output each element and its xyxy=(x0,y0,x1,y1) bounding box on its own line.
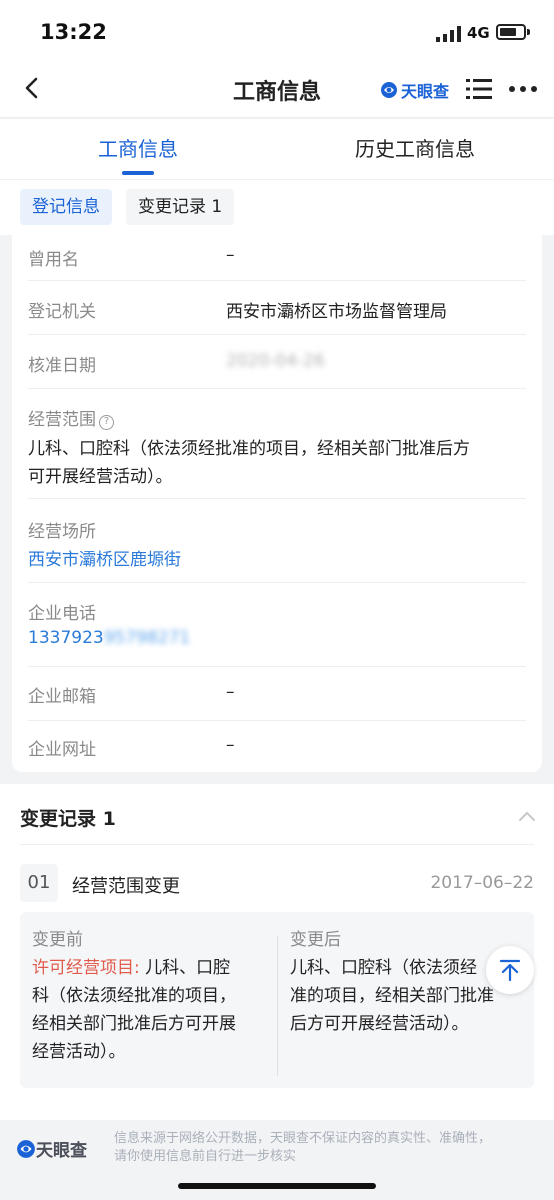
info-row-address: 经营场所 西安市灞桥区鹿塬街 xyxy=(28,499,526,583)
former-name-label: 曾用名 xyxy=(28,250,79,270)
scroll-to-top-button[interactable] xyxy=(486,946,534,994)
before-line-1-text: 儿科、口腔 xyxy=(139,958,231,978)
section-divider xyxy=(20,844,534,845)
tab-business-info[interactable]: 工商信息 xyxy=(98,133,178,162)
email-value: – xyxy=(226,682,235,702)
footer-brand: 天眼查 xyxy=(36,1141,87,1161)
brand-logo[interactable]: 天眼查 xyxy=(380,78,449,102)
approval-date-label: 核准日期 xyxy=(28,356,96,376)
business-scope-value-line2: 可开展经营活动）。 xyxy=(28,467,173,487)
question-circle-icon[interactable]: ? xyxy=(99,415,114,430)
phone-hidden: 95798271 xyxy=(103,628,191,648)
website-value: – xyxy=(226,735,235,755)
footer-disclaimer: 信息来源于网络公开数据，天眼查不保证内容的真实性、准确性， 请你使用信息前自行进… xyxy=(114,1130,544,1166)
main-tabs: 工商信息 历史工商信息 xyxy=(0,119,554,179)
disclaimer-line-2: 请你使用信息前自行进一步核实 xyxy=(114,1149,297,1164)
website-label: 企业网址 xyxy=(28,740,96,760)
network-label: 4G xyxy=(467,24,490,42)
former-name-value: – xyxy=(226,245,235,265)
phone-link[interactable]: 133792395798271 xyxy=(28,628,190,648)
brand-name: 天眼查 xyxy=(401,82,450,101)
footer-logo: 天眼查 xyxy=(16,1136,87,1161)
list-icon[interactable] xyxy=(466,78,492,100)
approval-date-value: 2020-04-26 xyxy=(226,351,325,371)
before-line-3: 经相关部门批准后方可开展 xyxy=(32,1014,236,1034)
info-row-former-name: 曾用名 – xyxy=(28,235,526,281)
column-divider xyxy=(277,936,278,1076)
before-line-1: 许可经营项目: 儿科、口腔 xyxy=(32,954,268,982)
business-scope-label: 经营范围 xyxy=(28,410,96,430)
info-row-website: 企业网址 – xyxy=(28,721,526,772)
disclaimer-line-1: 信息来源于网络公开数据，天眼查不保证内容的真实性、准确性， xyxy=(114,1131,492,1146)
authority-value: 西安市灞桥区市场监督管理局 xyxy=(226,302,447,322)
subtab-registration-info[interactable]: 登记信息 xyxy=(20,189,112,225)
subtab-change-records[interactable]: 变更记录 1 xyxy=(126,189,235,225)
phone-label: 企业电话 xyxy=(28,604,96,624)
change-compare-box: 变更前 许可经营项目: 儿科、口腔 科（依法须经批准的项目， 经相关部门批准后方… xyxy=(20,912,534,1088)
active-tab-indicator xyxy=(122,171,154,175)
record-date: 2017–06–22 xyxy=(430,873,534,893)
info-row-authority: 登记机关 西安市灞桥区市场监督管理局 xyxy=(28,281,526,335)
record-type: 经营范围变更 xyxy=(72,876,180,897)
address-link[interactable]: 西安市灞桥区鹿塬街 xyxy=(28,545,181,570)
registration-info-card: 曾用名 – 登记机关 西安市灞桥区市场监督管理局 核准日期 2020-04-26… xyxy=(12,235,542,772)
phone-visible: 1337923 xyxy=(28,628,104,648)
status-bar: 13:22 4G xyxy=(0,0,554,62)
more-dots-icon[interactable] xyxy=(508,85,538,93)
email-label: 企业邮箱 xyxy=(28,687,96,707)
before-label: 变更前 xyxy=(32,930,83,950)
signal-icon xyxy=(436,26,461,42)
before-highlight: 许可经营项目: xyxy=(32,958,140,978)
status-time: 13:22 xyxy=(40,20,107,44)
sub-tabs: 登记信息 变更记录 1 xyxy=(0,179,554,235)
record-index: 01 xyxy=(20,864,58,902)
address-label: 经营场所 xyxy=(28,522,96,542)
home-indicator[interactable] xyxy=(178,1183,376,1189)
tab-history-business-info[interactable]: 历史工商信息 xyxy=(355,133,475,162)
arrow-up-icon xyxy=(499,959,521,982)
info-row-approval-date: 核准日期 2020-04-26 xyxy=(28,335,526,389)
info-row-email: 企业邮箱 – xyxy=(28,667,526,721)
after-line-3: 后方可开展经营活动）。 xyxy=(290,1014,469,1034)
brand-mark-icon xyxy=(17,1139,35,1158)
nav-bar: 工商信息 天眼查 xyxy=(0,62,554,118)
chevron-up-icon[interactable] xyxy=(518,810,536,822)
before-line-4: 经营活动）。 xyxy=(32,1042,126,1062)
after-line-2: 准的项目，经相关部门批准 xyxy=(290,986,494,1006)
battery-icon xyxy=(496,24,530,40)
after-label: 变更后 xyxy=(290,930,341,950)
info-row-phone: 企业电话 133792395798271 xyxy=(28,583,526,667)
business-scope-value-line1: 儿科、口腔科（依法须经批准的项目，经相关部门批准后方 xyxy=(28,439,470,459)
change-records-title: 变更记录 1 xyxy=(20,808,116,830)
change-records-section: 变更记录 1 01 经营范围变更 2017–06–22 变更前 许可经营项目: … xyxy=(0,784,554,1120)
before-column: 变更前 许可经营项目: 儿科、口腔 科（依法须经批准的项目， 经相关部门批准后方… xyxy=(32,926,268,1066)
brand-mark-icon xyxy=(381,82,397,98)
info-row-business-scope: 经营范围? 儿科、口腔科（依法须经批准的项目，经相关部门批准后方 可开展经营活动… xyxy=(28,389,526,499)
authority-label: 登记机关 xyxy=(28,302,96,322)
before-line-2: 科（依法须经批准的项目， xyxy=(32,986,236,1006)
